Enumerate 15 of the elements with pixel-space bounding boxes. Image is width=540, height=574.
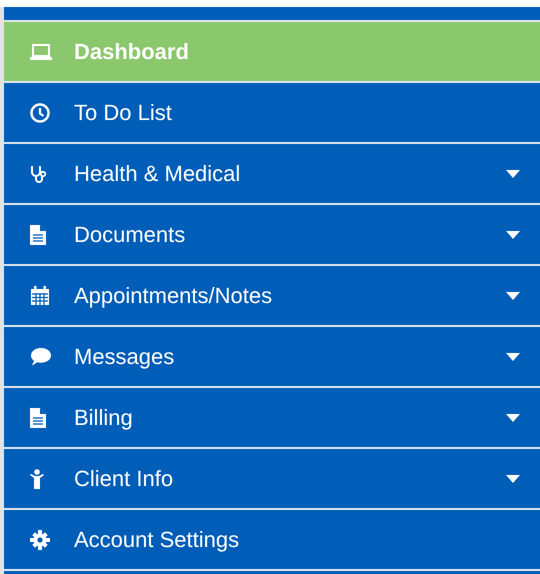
laptop-icon [30,44,52,60]
document-icon [30,224,46,244]
caret-icon [506,292,520,300]
speech-bubble-icon [31,348,51,366]
caret-icon [506,474,520,482]
caret-icon [506,414,520,422]
person-icon [30,468,44,488]
caret-icon [506,230,520,238]
gear-icon [30,530,50,550]
stethoscope-icon [31,164,46,182]
caret-icon [506,352,520,360]
calendar-icon [31,286,49,306]
caret-icon [506,170,520,178]
clock-icon [30,102,50,122]
document-icon [30,408,46,428]
